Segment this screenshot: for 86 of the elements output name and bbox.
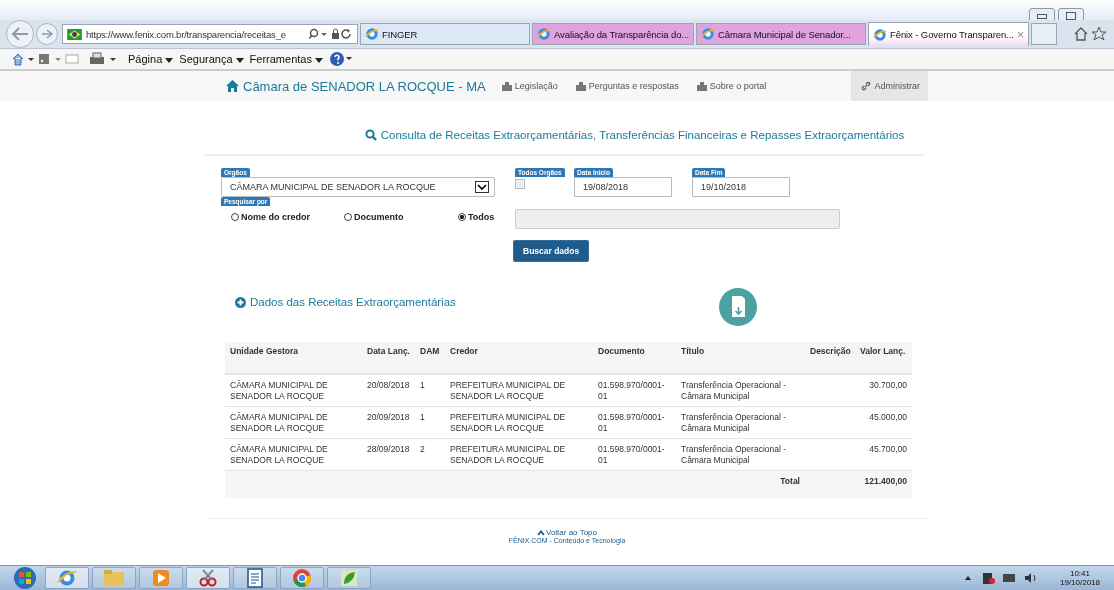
table-cell: 45.000,00: [869, 412, 907, 422]
table-cell: 01.598.970/0001-01: [598, 444, 665, 465]
column-header: Título: [676, 342, 805, 374]
toolbar-menu[interactable]: Segurança: [179, 53, 244, 65]
search-field[interactable]: [515, 209, 840, 229]
command-icons[interactable]: [12, 52, 82, 66]
column-header: Data Lanç.: [362, 342, 415, 374]
table-cell: CÂMARA MUNICIPAL DE SENADOR LA ROCQUE: [230, 444, 328, 465]
admin-link[interactable]: Administrar: [851, 71, 928, 101]
clock-time: 10:41: [1069, 569, 1090, 578]
nav-link[interactable]: Perguntas e respostas: [575, 81, 679, 91]
search-option[interactable]: Todos: [458, 212, 515, 222]
nav-link[interactable]: Legislação: [501, 81, 558, 91]
todos-orgaos-checkbox[interactable]: [515, 179, 525, 189]
nav-icon: [696, 81, 707, 91]
page-icon: [537, 27, 551, 41]
home-icon: [226, 80, 239, 92]
table-cell: 01.598.970/0001-01: [598, 412, 665, 433]
table-cell: 45.700,00: [869, 444, 907, 454]
forward-arrow-icon: [41, 29, 53, 39]
chrome-taskbar-icon[interactable]: [280, 567, 324, 589]
table-cell: PREFEITURA MUNICIPAL DE SENADOR LA ROCQUE: [450, 380, 566, 401]
browser-taskbar-icon[interactable]: [45, 567, 89, 589]
table-cell: 30.700,00: [869, 380, 907, 390]
end-date-field[interactable]: 19/10/2018: [692, 177, 790, 197]
total-label: Total: [780, 476, 800, 486]
column-header: Descrição: [805, 342, 855, 374]
back-arrow-icon: [11, 27, 29, 41]
leaf-taskbar-icon[interactable]: [327, 567, 371, 589]
scissors-taskbar-icon[interactable]: [186, 567, 230, 589]
address-tools-icon[interactable]: [309, 28, 353, 40]
flag-icon: [67, 28, 82, 40]
total-value: 121.400,00: [864, 476, 907, 486]
browser-tab[interactable]: Fênix - Governo Transparen... ×: [868, 22, 1030, 46]
back-to-top-link[interactable]: Voltar ao Topo: [537, 528, 597, 537]
table-cell: 2: [420, 444, 425, 454]
forward-button[interactable]: [36, 23, 58, 45]
toolbar-menu[interactable]: Página: [128, 53, 174, 65]
table-cell: 20/08/2018: [367, 380, 410, 390]
close-tab-button[interactable]: ×: [1016, 27, 1025, 42]
column-header: Documento: [593, 342, 676, 374]
nav-icon: [575, 81, 586, 91]
table-cell: 1: [420, 412, 425, 422]
page-icon: [873, 27, 887, 42]
table-cell: 28/09/2018: [367, 444, 410, 454]
page-icon: [365, 27, 379, 41]
search-icon: [364, 129, 377, 141]
table-cell: Transferência Operacional - Câmara Municipal: [681, 444, 787, 465]
back-button[interactable]: [6, 20, 34, 48]
browser-tab[interactable]: Avaliação da Transparência do...: [532, 23, 694, 45]
browser-tab[interactable]: FINGER: [360, 23, 530, 45]
chevron-up-icon: [537, 529, 545, 536]
plus-icon: [235, 296, 246, 308]
site-title-link[interactable]: Câmara de SENADOR LA ROCQUE - MA: [226, 78, 486, 94]
address-bar[interactable]: https://www.fenix.com.br/transparencia/receitas_e: [62, 24, 358, 44]
table-cell: Transferência Operacional - Câmara Municipal: [681, 412, 787, 433]
browser-tab[interactable]: Câmara Municipal de Senador...: [696, 23, 866, 45]
table-cell: CÂMARA MUNICIPAL DE SENADOR LA ROCQUE: [230, 412, 328, 433]
page-title-text: Consulta de Receitas Extraorçamentárias, Transferências Financeiras e Repasses Extraorçamentários: [380, 129, 905, 141]
help-icon[interactable]: [329, 51, 353, 67]
search-option[interactable]: Documento: [344, 212, 458, 222]
table-cell: CÂMARA MUNICIPAL DE SENADOR LA ROCQUE: [230, 380, 328, 401]
table-cell: PREFEITURA MUNICIPAL DE SENADOR LA ROCQUE: [450, 412, 566, 433]
table-cell: Transferência Operacional - Câmara Municipal: [681, 380, 787, 401]
column-header: Unidade Gestora: [225, 342, 362, 374]
search-option[interactable]: Nome do credor: [231, 212, 344, 222]
document-taskbar-icon[interactable]: [233, 567, 277, 589]
nav-icon: [501, 81, 512, 91]
clock-date: 19/10/2018: [1059, 578, 1100, 587]
table-cell: PREFEITURA MUNICIPAL DE SENADOR LA ROCQUE: [450, 444, 566, 465]
search-button[interactable]: Buscar dados: [513, 240, 590, 262]
link-icon: [861, 81, 872, 91]
column-header: Valor Lanç.: [855, 342, 912, 374]
nav-link[interactable]: Sobre o portal: [696, 81, 767, 91]
table-cell: 20/09/2018: [367, 412, 410, 422]
start-date-field[interactable]: 19/08/2018: [574, 177, 672, 197]
page-icon: [701, 27, 715, 41]
column-header: DAM: [415, 342, 445, 374]
section-title-text: Dados das Receitas Extraorçamentárias: [250, 296, 456, 308]
toolbar-menu[interactable]: Ferramentas: [249, 53, 323, 65]
column-header: Credor: [445, 342, 593, 374]
table-cell: 1: [420, 380, 425, 390]
media-player-taskbar-icon[interactable]: [139, 567, 183, 589]
table-cell: 01.598.970/0001-01: [598, 380, 665, 401]
orgaos-dropdown[interactable]: CÂMARA MUNICIPAL DE SENADOR LA ROCQUE: [221, 177, 495, 197]
dropdown-icon: [475, 181, 489, 193]
